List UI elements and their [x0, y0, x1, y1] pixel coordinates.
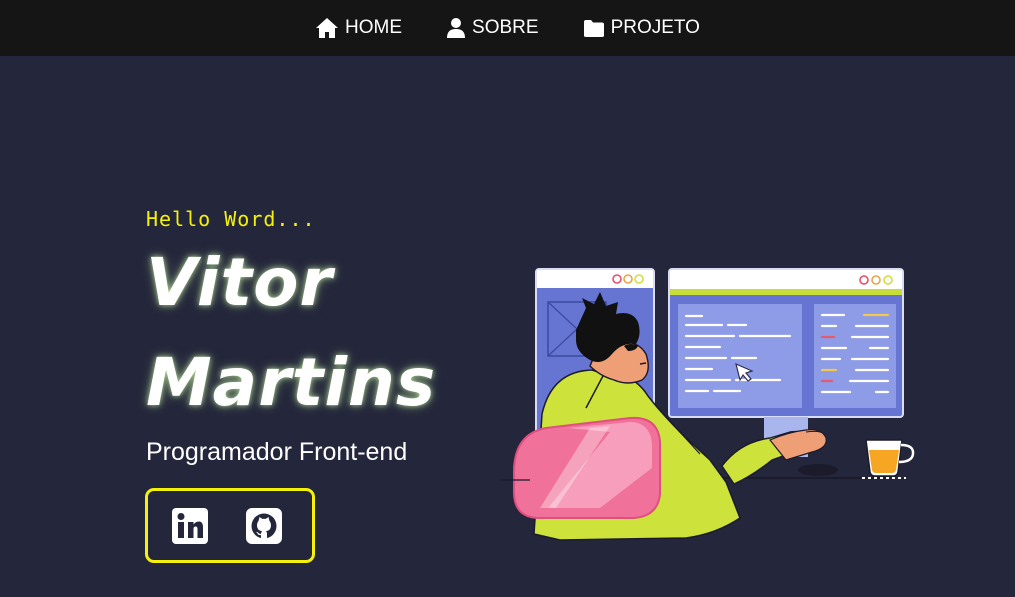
role-text: Programador Front-end — [146, 438, 408, 466]
folder-icon — [583, 19, 604, 37]
first-name-heading: Vitor — [146, 244, 333, 321]
home-icon — [316, 18, 339, 38]
greeting-text: Hello Word... — [146, 207, 316, 231]
navbar: HOME SOBRE PROJETO — [0, 0, 1015, 56]
nav-projeto[interactable]: PROJETO — [583, 17, 700, 39]
developer-at-computer-illustration — [500, 268, 915, 541]
nav-sobre[interactable]: SOBRE — [446, 17, 539, 39]
linkedin-icon — [172, 507, 208, 544]
user-icon — [447, 18, 466, 38]
github-link[interactable] — [246, 507, 282, 544]
nav-home[interactable]: HOME — [315, 17, 402, 39]
linkedin-link[interactable] — [172, 507, 208, 544]
social-links — [145, 488, 315, 563]
github-icon — [246, 507, 282, 544]
nav-home-label: HOME — [345, 17, 403, 38]
nav-projeto-label: PROJETO — [610, 17, 700, 38]
last-name-heading: Martins — [146, 344, 437, 421]
nav-sobre-label: SOBRE — [472, 17, 539, 38]
